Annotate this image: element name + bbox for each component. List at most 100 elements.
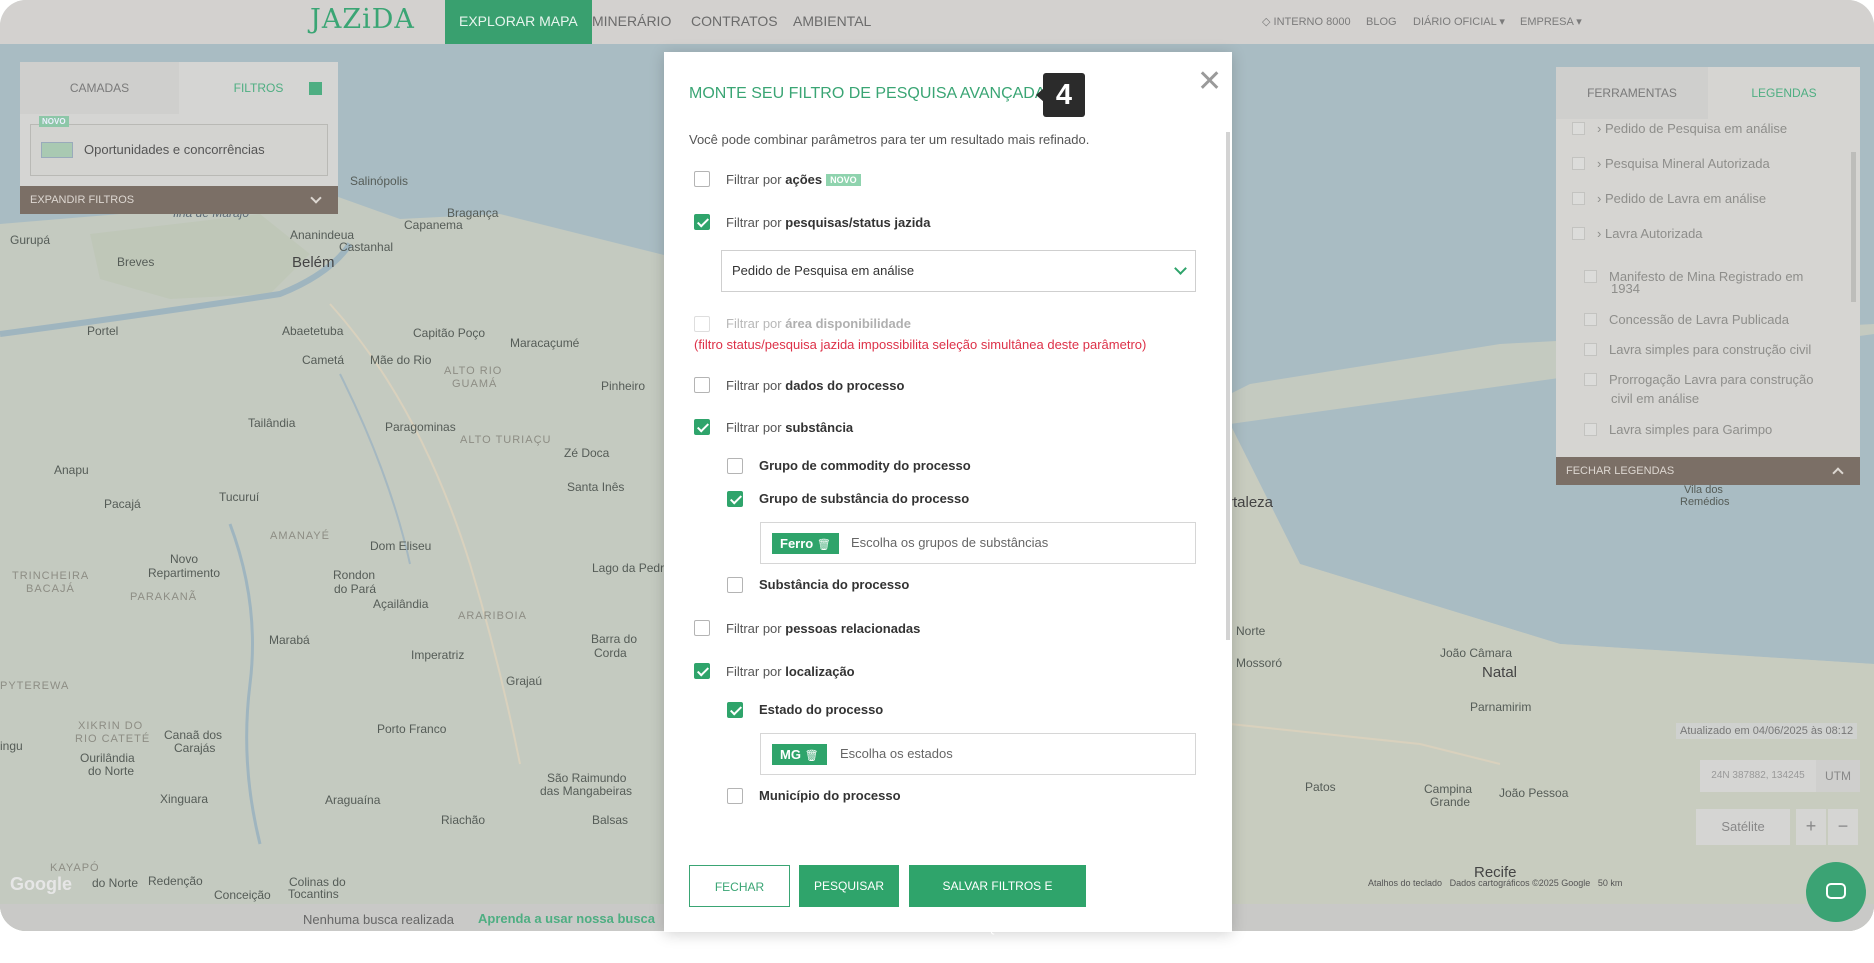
scroll-thumb[interactable] — [1226, 132, 1230, 640]
utm-button[interactable]: UTM — [1816, 760, 1860, 792]
zoom-out-button[interactable]: − — [1828, 809, 1858, 845]
close-legends-bar[interactable]: FECHAR LEGENDAS — [1556, 457, 1860, 485]
map-label: ARARIBOIA — [458, 610, 527, 622]
legend-checkbox[interactable] — [1572, 192, 1585, 205]
nav-minerario[interactable]: MINERÁRIO — [592, 0, 671, 44]
commodity-group-checkbox[interactable] — [727, 458, 743, 474]
filter-area-name: área disponibilidade — [785, 316, 911, 331]
tag-mg[interactable]: MG 🗑 — [772, 744, 827, 765]
nav-explorar-mapa[interactable]: EXPLORAR MAPA — [445, 0, 592, 44]
substance-group-placeholder: Escolha os grupos de substâncias — [851, 535, 1049, 550]
map-label: BACAJÁ — [26, 583, 75, 595]
map-label: Norte — [1236, 624, 1266, 638]
search-button[interactable]: PESQUISAR — [799, 865, 899, 907]
legend-label: Lavra simples para construção civil — [1609, 342, 1812, 357]
map-label: Tailândia — [248, 416, 296, 430]
chat-button[interactable] — [1806, 862, 1866, 922]
legend-item[interactable]: › Lavra Autorizada — [1572, 226, 1703, 241]
filter-pessoas-checkbox[interactable] — [694, 620, 710, 636]
nav-ambiental[interactable]: AMBIENTAL — [793, 0, 871, 44]
map-label: Riachão — [441, 813, 486, 827]
legend-scrollbar[interactable] — [1851, 152, 1856, 302]
legend-checkbox[interactable] — [1584, 343, 1597, 356]
legend-item[interactable]: › Pedido de Lavra em análise — [1572, 191, 1766, 206]
map-label: Parnamirim — [1470, 700, 1532, 714]
legend-checkbox[interactable] — [1572, 157, 1585, 170]
nav-interno[interactable]: ◇ INTERNO 8000 — [1262, 0, 1351, 44]
filter-localizacao-checkbox[interactable] — [694, 663, 710, 679]
nav-empresa[interactable]: EMPRESA ▾ — [1520, 0, 1582, 44]
nav-blog[interactable]: BLOG — [1366, 0, 1397, 44]
legend-label: Lavra simples para Garimpo — [1609, 422, 1773, 437]
legend-checkbox[interactable] — [1584, 313, 1597, 326]
legend-checkbox[interactable] — [1584, 270, 1597, 283]
trash-icon[interactable]: 🗑 — [817, 539, 831, 551]
map-label: Grande — [1430, 795, 1471, 809]
map-label: Redenção — [148, 874, 203, 888]
close-icon[interactable]: ✕ — [1197, 67, 1222, 97]
state-placeholder: Escolha os estados — [840, 746, 953, 761]
map-label: Mossoró — [1236, 656, 1283, 670]
legend-item[interactable]: Prorrogação Lavra para construção — [1584, 372, 1814, 387]
map-label: Santa Inês — [567, 480, 625, 494]
filter-localizacao-label: Filtrar por localização — [726, 664, 855, 679]
nav-empresa-label: EMPRESA — [1520, 16, 1574, 28]
close-button[interactable]: FECHAR — [689, 865, 790, 907]
filter-prefix: Filtrar por — [726, 172, 782, 187]
map-label: Canaã dos — [164, 728, 223, 742]
legend-item[interactable]: Concessão de Lavra Publicada — [1584, 312, 1789, 327]
map-label: PYTEREWA — [0, 680, 70, 692]
tab-camadas[interactable]: CAMADAS — [20, 62, 179, 114]
filter-acoes-checkbox[interactable] — [694, 171, 710, 187]
map-label: Capanema — [404, 218, 463, 232]
substance-checkbox[interactable] — [727, 577, 743, 593]
legend-item[interactable]: Lavra simples para Garimpo — [1584, 422, 1772, 437]
tab-filtros[interactable]: FILTROS — [179, 62, 338, 114]
learn-search-link[interactable]: Aprenda a usar nossa busca — [478, 911, 655, 926]
map-label: KAYAPÓ — [50, 862, 100, 874]
state-checkbox[interactable] — [727, 702, 743, 718]
legend-checkbox[interactable] — [1584, 423, 1597, 436]
legend-item[interactable]: Lavra simples para construção civil — [1584, 342, 1811, 357]
substance-group-checkbox[interactable] — [727, 491, 743, 507]
attribution-shortcuts[interactable]: Atalhos do teclado — [1368, 878, 1442, 888]
map-label: Tocantins — [288, 887, 339, 901]
status-select[interactable]: Pedido de Pesquisa em análise — [721, 250, 1196, 292]
map-label: Remédios — [1680, 496, 1730, 508]
logo[interactable]: JAZiDA — [310, 4, 415, 35]
municipality-checkbox[interactable] — [727, 788, 743, 804]
chevron-right-icon: › — [1597, 121, 1602, 136]
filter-area-checkbox[interactable] — [694, 316, 710, 332]
legend-checkbox[interactable] — [1572, 227, 1585, 240]
tab-filtros-label: FILTROS — [233, 81, 284, 95]
map-label: Conceição — [214, 888, 271, 902]
attribution-data: Dados cartográficos ©2025 Google — [1449, 878, 1591, 888]
tab-legendas[interactable]: LEGENDAS — [1708, 67, 1860, 119]
tab-ferramentas[interactable]: FERRAMENTAS — [1556, 67, 1708, 119]
attribution-scale: 50 km — [1597, 878, 1623, 888]
substance-group-input[interactable]: Ferro 🗑 Escolha os grupos de substâncias — [760, 522, 1196, 564]
tag-ferro[interactable]: Ferro 🗑 — [772, 533, 839, 554]
filter-dados-name: dados do processo — [785, 378, 905, 393]
nav-contratos[interactable]: CONTRATOS — [691, 0, 778, 44]
filter-dados-checkbox[interactable] — [694, 377, 710, 393]
legend-item[interactable]: › Pesquisa Mineral Autorizada — [1572, 156, 1770, 171]
opportunities-toggle[interactable] — [41, 142, 73, 158]
legend-item-continued: civil em análise — [1611, 391, 1700, 406]
legend-checkbox[interactable] — [1572, 122, 1585, 135]
expand-filters-bar[interactable]: EXPANDIR FILTROS — [20, 186, 338, 214]
zoom-in-button[interactable]: + — [1796, 809, 1826, 845]
satellite-button[interactable]: Satélite — [1696, 809, 1790, 845]
legend-label: Prorrogação Lavra para construção — [1609, 372, 1814, 387]
filter-pesquisas-checkbox[interactable] — [694, 214, 710, 230]
filter-substancia-checkbox[interactable] — [694, 419, 710, 435]
modal-scrollbar[interactable] — [1226, 132, 1230, 640]
save-and-search-button[interactable]: SALVAR FILTROS E PESQUISAR — [909, 865, 1086, 935]
area-warning: (filtro status/pesquisa jazida impossibi… — [694, 337, 1147, 352]
trash-icon[interactable]: 🗑 — [805, 750, 819, 762]
legend-checkbox[interactable] — [1584, 373, 1597, 386]
legend-item[interactable]: › Pedido de Pesquisa em análise — [1572, 121, 1787, 136]
collapse-icon[interactable] — [309, 82, 322, 95]
state-input[interactable]: MG 🗑 Escolha os estados — [760, 733, 1196, 775]
nav-diario-oficial[interactable]: DIÁRIO OFICIAL ▾ — [1413, 0, 1505, 44]
